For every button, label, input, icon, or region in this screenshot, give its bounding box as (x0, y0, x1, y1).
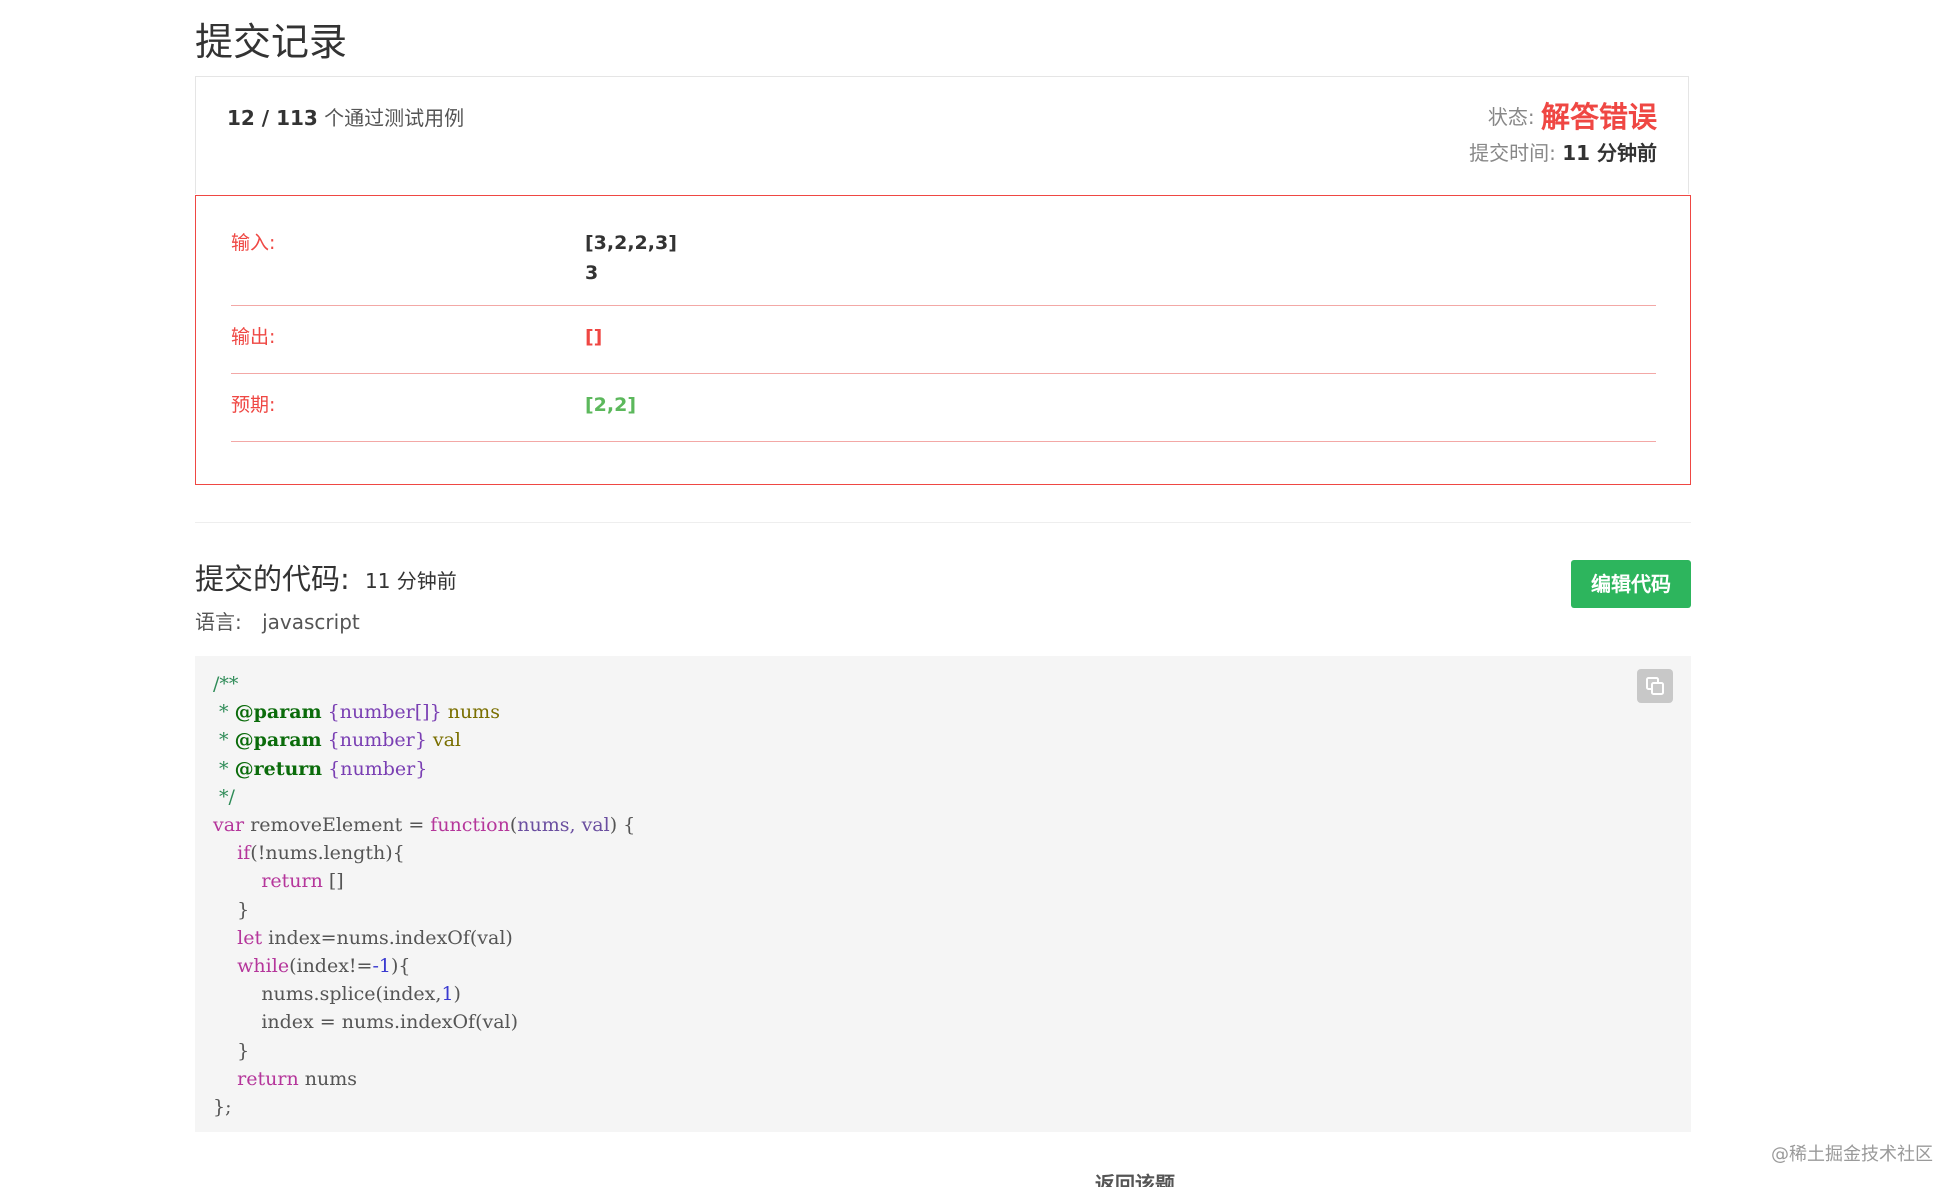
output-row: 输出: [] (231, 306, 1656, 374)
edit-code-button[interactable]: 编辑代码 (1571, 560, 1691, 608)
output-value: [] (585, 326, 603, 348)
language-value: javascript (262, 610, 360, 634)
section-divider (195, 522, 1691, 523)
copy-button[interactable] (1637, 669, 1673, 703)
submit-time-value: 11 分钟前 (1562, 141, 1657, 165)
input-row: 输入: [3,2,2,3] 3 (231, 228, 1656, 306)
test-case-result: 输入: [3,2,2,3] 3 输出: [] 预期: [2,2] (195, 195, 1691, 485)
code-content: /** * @param {number[]} nums * @param {n… (213, 673, 636, 1119)
input-value: [3,2,2,3] 3 (585, 228, 677, 288)
status-badge: 解答错误 (1540, 100, 1657, 134)
code-submit-time: 11 分钟前 (365, 569, 457, 593)
expected-value: [2,2] (585, 394, 637, 416)
pass-count: 12 / 113 个通过测试用例 (227, 103, 464, 133)
expected-row: 预期: [2,2] (231, 374, 1656, 442)
input-line: 3 (585, 262, 599, 284)
watermark: @稀土掘金技术社区 (1771, 1144, 1933, 1165)
code-heading: 提交的代码: (195, 562, 350, 596)
pass-count-number: 12 / 113 (227, 106, 318, 130)
submission-page: 提交记录 12 / 113 个通过测试用例 状态: 解答错误 提交时间: 11 … (0, 0, 1949, 1187)
back-to-problem-link[interactable]: 返回该题 (1095, 1168, 1175, 1187)
status-label: 状态: (1487, 105, 1535, 129)
language-line: 语言: javascript (195, 606, 360, 638)
language-label: 语言: (195, 610, 242, 634)
submission-summary: 12 / 113 个通过测试用例 状态: 解答错误 提交时间: 11 分钟前 (195, 76, 1689, 194)
submit-time-line: 提交时间: 11 分钟前 (1469, 135, 1657, 171)
submit-time-label: 提交时间: (1469, 141, 1556, 165)
input-line: [3,2,2,3] (585, 232, 677, 254)
page-title: 提交记录 (195, 20, 348, 64)
code-block[interactable]: /** * @param {number[]} nums * @param {n… (195, 656, 1691, 1132)
output-label: 输出: (231, 326, 276, 348)
status-line: 状态: 解答错误 (1488, 99, 1657, 135)
input-label: 输入: (231, 232, 276, 254)
pass-count-suffix: 个通过测试用例 (324, 106, 465, 130)
expected-label: 预期: (231, 394, 276, 416)
copy-icon (1646, 677, 1664, 695)
